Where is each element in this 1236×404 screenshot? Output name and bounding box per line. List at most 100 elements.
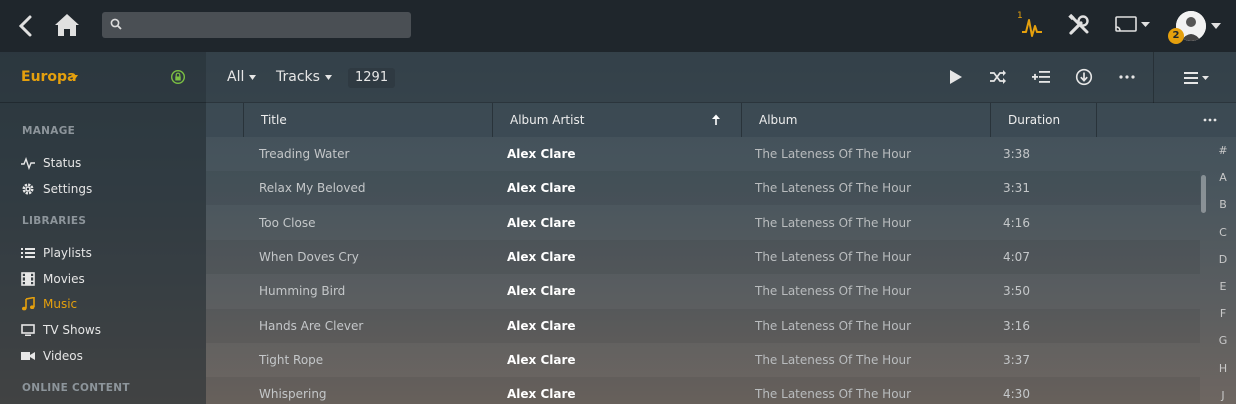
- column-header-duration[interactable]: Duration: [990, 103, 1096, 137]
- column-options-icon[interactable]: [1202, 113, 1218, 127]
- sidebar-item-status[interactable]: Status: [21, 153, 81, 173]
- search-input[interactable]: [128, 12, 404, 38]
- track-title: Tight Rope: [259, 352, 324, 367]
- track-album: The Lateness Of The Hour: [755, 147, 912, 161]
- jump-letter[interactable]: C: [1212, 226, 1234, 239]
- table-row[interactable]: Relax My Beloved Alex Clare The Lateness O…: [206, 171, 1200, 206]
- track-album: The Lateness Of The Hour: [755, 352, 912, 367]
- sidebar-item-settings[interactable]: Settings: [21, 179, 92, 199]
- home-button[interactable]: [54, 12, 80, 38]
- sidebar-item-label: Music: [43, 297, 78, 311]
- table-row[interactable]: Whispering Alex Clare The Lateness Of The …: [206, 377, 1200, 404]
- table-header: Title Album Artist Album Duration: [206, 103, 1236, 137]
- track-duration: 3:16: [1003, 318, 1030, 333]
- cast-icon: [1115, 16, 1150, 32]
- jump-letter[interactable]: B: [1212, 198, 1234, 211]
- sidebar-item-music[interactable]: Music: [21, 294, 77, 314]
- track-album-artist: Alex Clare: [507, 215, 576, 230]
- search-bar[interactable]: [102, 12, 411, 38]
- table-row[interactable]: Hands Are Clever Alex Clare The Lateness O…: [206, 308, 1200, 343]
- sidebar-item-tv-shows[interactable]: TV Shows: [21, 320, 101, 340]
- track-album: The Lateness Of The Hour: [755, 249, 912, 264]
- table-row[interactable]: Humming Bird Alex Clare The Lateness Of Th…: [206, 274, 1200, 308]
- jump-letter[interactable]: H: [1212, 362, 1234, 375]
- jump-letter[interactable]: F: [1212, 307, 1234, 320]
- server-selector[interactable]: Europa: [0, 52, 206, 103]
- top-bar: 1 2: [0, 0, 1236, 52]
- download-icon[interactable]: [1075, 68, 1093, 86]
- track-album-artist: Alex Clare: [507, 352, 576, 367]
- track-album-artist: Alex Clare: [507, 181, 576, 196]
- library-toolbar: All Tracks 1291: [206, 52, 1236, 103]
- track-duration: 3:37: [1003, 352, 1030, 367]
- column-header-title[interactable]: Title: [243, 103, 492, 137]
- track-duration: 4:30: [1003, 387, 1030, 402]
- user-menu-button[interactable]: 2: [1168, 10, 1224, 44]
- notification-badge: 2: [1168, 28, 1184, 44]
- track-album-artist: Alex Clare: [507, 318, 576, 333]
- view-mode-list-icon[interactable]: [1182, 69, 1212, 87]
- cast-button[interactable]: [1114, 15, 1152, 35]
- sidebar-item-label: Movies: [43, 272, 85, 286]
- list-icon: [21, 248, 35, 258]
- search-icon: [110, 18, 122, 30]
- column-header-album-artist[interactable]: Album Artist: [492, 103, 741, 137]
- track-album-artist: Alex Clare: [507, 147, 576, 161]
- section-label-online-content: ONLINE CONTENT: [22, 382, 130, 394]
- gear-icon: [22, 183, 34, 195]
- back-button[interactable]: [14, 14, 38, 38]
- chevron-down-icon: [1211, 23, 1221, 29]
- add-to-queue-icon[interactable]: [1032, 68, 1050, 86]
- sidebar-item-label: Settings: [43, 182, 93, 196]
- home-icon: [55, 14, 79, 36]
- track-duration: 3:38: [1003, 147, 1030, 161]
- type-dropdown[interactable]: Tracks: [276, 69, 332, 85]
- more-options-icon[interactable]: [1118, 68, 1136, 86]
- shuffle-icon[interactable]: [989, 68, 1007, 86]
- track-title: When Doves Cry: [259, 249, 359, 264]
- table-row[interactable]: Too Close Alex Clare The Lateness Of The H…: [206, 206, 1200, 240]
- sidebar-item-playlists[interactable]: Playlists: [21, 243, 92, 263]
- item-count-badge: 1291: [348, 68, 396, 88]
- jump-letter[interactable]: E: [1212, 280, 1234, 293]
- track-duration: 3:50: [1003, 284, 1030, 299]
- track-duration: 3:31: [1003, 181, 1030, 196]
- sort-ascending-icon: [712, 114, 720, 125]
- activity-button[interactable]: 1: [1014, 10, 1046, 40]
- filter-dropdown[interactable]: All: [227, 69, 257, 85]
- track-title: Humming Bird: [259, 284, 346, 299]
- chevron-down-icon: [71, 75, 78, 80]
- jump-letter[interactable]: D: [1212, 253, 1234, 266]
- track-title: Too Close: [259, 215, 316, 230]
- jump-letter[interactable]: #: [1212, 144, 1234, 157]
- table-row[interactable]: Treading Water Alex Clare The Lateness Of …: [206, 137, 1200, 171]
- table-row[interactable]: Tight Rope Alex Clare The Lateness Of The …: [206, 343, 1200, 377]
- jump-letter[interactable]: A: [1212, 171, 1234, 184]
- track-album-artist: Alex Clare: [507, 249, 576, 264]
- wrench-screwdriver-icon: [1068, 13, 1089, 35]
- track-album: The Lateness Of The Hour: [755, 318, 912, 333]
- play-icon[interactable]: [947, 68, 965, 86]
- track-title: Treading Water: [259, 147, 350, 161]
- sidebar-item-label: Videos: [43, 349, 83, 363]
- track-title: Whispering: [259, 387, 327, 402]
- track-duration: 4:07: [1003, 249, 1030, 264]
- table-row[interactable]: When Doves Cry Alex Clare The Lateness Of …: [206, 239, 1200, 274]
- jump-letter[interactable]: G: [1212, 334, 1234, 347]
- jump-letter[interactable]: J: [1212, 389, 1234, 402]
- sidebar: Europa MANAGE Status Settings LIBRARIES: [0, 52, 206, 404]
- music-note-icon: [22, 297, 35, 311]
- track-title: Hands Are Clever: [259, 318, 364, 333]
- track-album: The Lateness Of The Hour: [755, 215, 912, 230]
- section-label-libraries: LIBRARIES: [22, 215, 87, 227]
- sidebar-item-label: Playlists: [43, 246, 92, 260]
- track-album: The Lateness Of The Hour: [755, 387, 912, 402]
- settings-tools-button[interactable]: [1068, 13, 1090, 36]
- lock-icon: [171, 70, 185, 84]
- column-header-album[interactable]: Album: [741, 103, 990, 137]
- sidebar-item-videos[interactable]: Videos: [21, 346, 83, 366]
- tv-icon: [21, 324, 35, 336]
- section-label-manage: MANAGE: [22, 125, 76, 137]
- sidebar-item-movies[interactable]: Movies: [21, 269, 85, 289]
- scrollbar-thumb[interactable]: [1201, 175, 1206, 213]
